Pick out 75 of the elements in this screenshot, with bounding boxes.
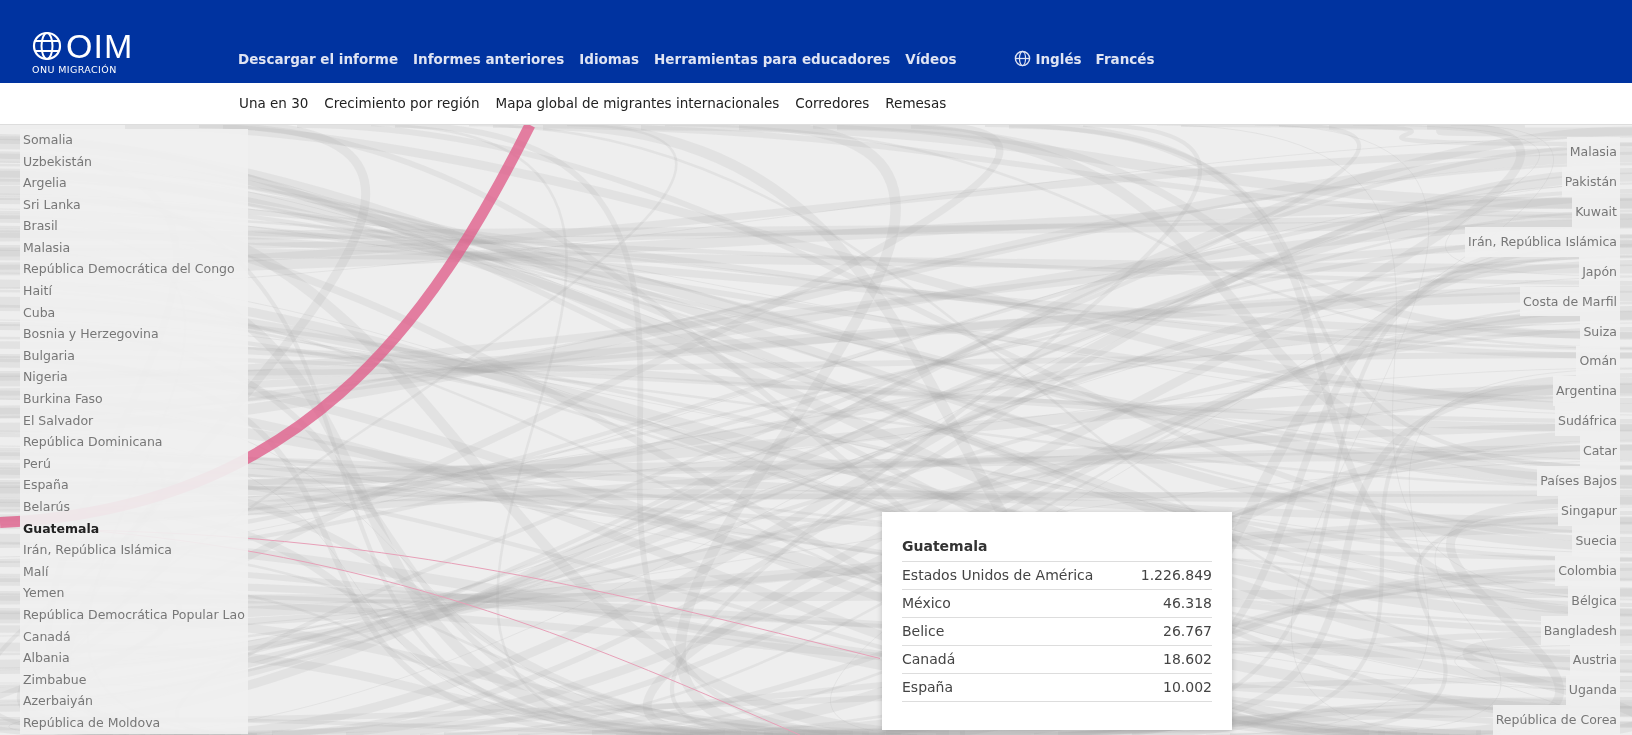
country-label[interactable]: Burkina Faso [20, 388, 248, 410]
language-link[interactable]: Francés [1095, 48, 1155, 69]
country-label[interactable]: Haití [20, 280, 248, 302]
tooltip-title: Guatemala [902, 536, 1212, 562]
migrant-count: 26.767 [1163, 622, 1212, 641]
nav-link[interactable]: Herramientas para educadores [654, 48, 891, 69]
country-label[interactable]: Azerbaiyán [20, 690, 248, 713]
country-label[interactable]: Uzbekistán [20, 150, 248, 173]
country-label[interactable]: Argentina [1553, 376, 1620, 407]
migrant-count: 10.002 [1163, 678, 1212, 697]
migrant-count: 1.226.849 [1140, 566, 1212, 585]
country-label[interactable]: Guatemala [20, 517, 248, 540]
nav-link[interactable]: Vídeos [905, 48, 957, 69]
country-label[interactable]: Canadá [20, 625, 248, 648]
country-label[interactable]: Somalia [20, 129, 248, 151]
subnav-link[interactable]: Remesas [885, 93, 947, 114]
country-label[interactable]: Malasia [20, 236, 248, 259]
language-link[interactable]: Inglés [1035, 48, 1082, 69]
country-label[interactable]: Albania [20, 647, 248, 669]
country-label[interactable]: Perú [20, 452, 248, 475]
country-label[interactable]: Singapur [1558, 495, 1620, 526]
country-name: España [902, 678, 954, 697]
country-label[interactable]: Cuba [20, 301, 248, 324]
country-label[interactable]: Colombia [1555, 555, 1620, 586]
subnav-link[interactable]: Una en 30 [239, 93, 309, 114]
nav-link[interactable]: Descargar el informe [238, 48, 399, 69]
country-label[interactable]: República Democrática del Congo [20, 258, 248, 281]
subnav-link[interactable]: Corredores [795, 93, 870, 114]
country-label[interactable]: Irán, República Islámica [1465, 226, 1620, 257]
country-label[interactable]: Omán [1576, 346, 1620, 377]
country-label[interactable]: Zimbabue [20, 668, 248, 691]
country-label[interactable]: Países Bajos [1537, 465, 1620, 496]
country-label[interactable]: Suiza [1580, 316, 1620, 347]
country-label[interactable]: Nigeria [20, 366, 248, 389]
country-label[interactable]: Bangladesh [1540, 615, 1620, 646]
logo-subtitle: ONU MIGRACIÓN [32, 62, 118, 77]
country-label[interactable]: Pakistán [1561, 166, 1620, 197]
country-label[interactable]: República Dominicana [20, 431, 248, 453]
country-name: Belice [902, 622, 945, 641]
country-label[interactable]: España [20, 474, 248, 497]
country-label[interactable]: Uganda [1565, 675, 1620, 706]
nav-link[interactable]: Idiomas [579, 48, 639, 69]
country-label[interactable]: República de Corea [1492, 705, 1620, 735]
country-label[interactable]: El Salvador [20, 409, 248, 432]
country-label[interactable]: Kuwait [1572, 196, 1620, 227]
country-label[interactable]: República de Moldova [20, 712, 248, 734]
country-name: Estados Unidos de América [902, 566, 1094, 585]
country-label[interactable]: Japón [1579, 256, 1620, 287]
globe-logo-icon [32, 30, 62, 61]
country-label[interactable]: Argelia [20, 172, 248, 194]
country-label[interactable]: Bulgaria [20, 344, 248, 367]
country-label[interactable]: Irán, República Islámica [20, 539, 248, 561]
country-label[interactable]: Yemen [20, 582, 248, 605]
country-label[interactable]: Austria [1569, 645, 1620, 676]
country-label[interactable]: Catar [1579, 436, 1620, 466]
country-name: México [902, 594, 951, 613]
country-name: Canadá [902, 650, 956, 669]
country-label[interactable]: República Democrática Popular Lao [20, 604, 248, 626]
country-label[interactable]: Suecia [1572, 525, 1620, 556]
country-label[interactable]: Sri Lanka [20, 193, 248, 216]
country-label[interactable]: Bosnia y Herzegovina [20, 323, 248, 345]
logo-text[interactable]: OIM [66, 28, 134, 63]
country-label[interactable]: Bélgica [1568, 585, 1620, 616]
country-label[interactable]: Costa de Marfil [1520, 286, 1620, 317]
country-label[interactable]: Belarús [20, 496, 248, 518]
country-label[interactable]: Malasia [1566, 137, 1620, 167]
country-label[interactable]: Sudáfrica [1555, 406, 1620, 437]
subnav-link[interactable]: Mapa global de migrantes internacionales [495, 93, 780, 114]
nav-link[interactable]: Informes anteriores [413, 48, 565, 69]
migrant-count: 18.602 [1163, 650, 1212, 669]
migrant-count: 46.318 [1163, 594, 1212, 613]
country-label[interactable]: Brasil [20, 215, 248, 237]
globe-icon [1014, 50, 1032, 68]
subnav-link[interactable]: Crecimiento por región [324, 93, 480, 114]
country-label[interactable]: Malí [20, 560, 248, 583]
